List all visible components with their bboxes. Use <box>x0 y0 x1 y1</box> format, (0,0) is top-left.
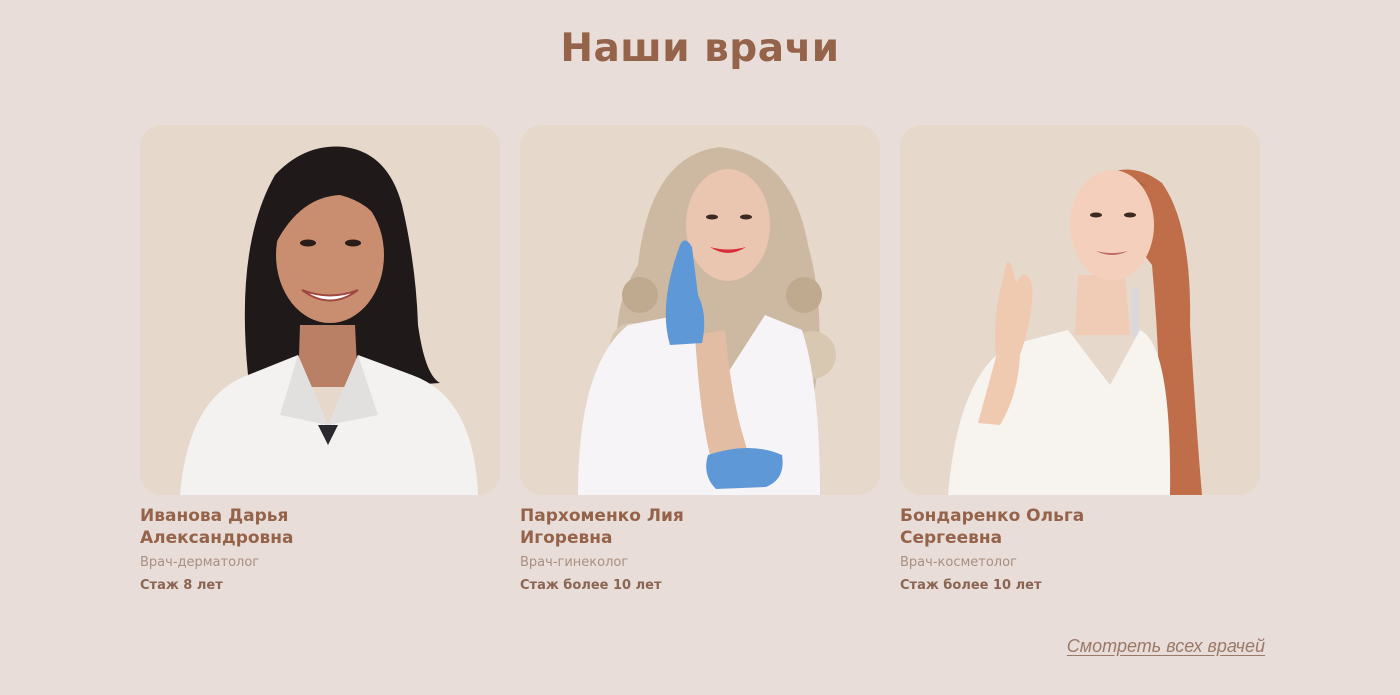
doctor-name-line: Александровна <box>140 528 294 548</box>
doctor-experience: Стаж более 10 лет <box>900 578 1042 593</box>
doctor-card[interactable]: Пархоменко Лия Игоревна Врач-гинеколог С… <box>520 125 880 595</box>
doctor-name-line: Пархоменко Лия <box>520 506 684 526</box>
section-title: Наши врачи <box>560 26 840 71</box>
doctor-name-line: Иванова Дарья <box>140 506 289 526</box>
doctor-name: Бондаренко Ольга Сергеевна <box>900 505 1260 549</box>
doctor-specialty: Врач-дерматолог <box>140 555 260 570</box>
doctor-experience: Стаж более 10 лет <box>520 578 662 593</box>
doctor-name-line: Сергеевна <box>900 528 1003 548</box>
doctor-photo[interactable] <box>900 125 1260 495</box>
doctor-specialty: Врач-гинеколог <box>520 555 629 570</box>
doctor-experience: Стаж 8 лет <box>140 578 223 593</box>
doctor-name-line: Игоревна <box>520 528 613 548</box>
doctor-name-line: Бондаренко Ольга <box>900 506 1085 526</box>
doctor-photo[interactable] <box>140 125 500 495</box>
doctor-name: Иванова Дарья Александровна <box>140 505 500 549</box>
doctor-card[interactable]: Бондаренко Ольга Сергеевна Врач-косметол… <box>900 125 1260 595</box>
doctor-name: Пархоменко Лия Игоревна <box>520 505 880 549</box>
view-all-doctors-link[interactable]: Смотреть всех врачей <box>1067 636 1265 657</box>
doctor-photo[interactable] <box>520 125 880 495</box>
doctor-specialty: Врач-косметолог <box>900 555 1017 570</box>
doctor-card[interactable]: Иванова Дарья Александровна Врач-дермато… <box>140 125 500 595</box>
